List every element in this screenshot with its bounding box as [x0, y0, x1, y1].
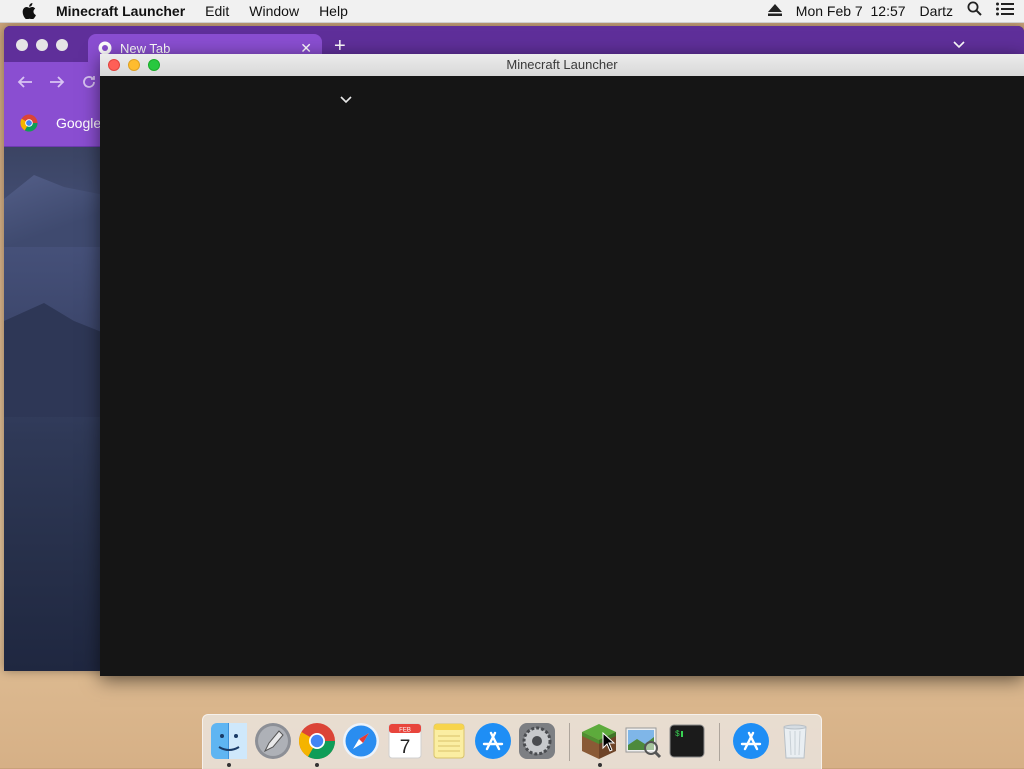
- chevron-down-icon[interactable]: [952, 38, 966, 52]
- chrome-minimize-button[interactable]: [36, 39, 48, 51]
- menu-bar: Minecraft Launcher Edit Window Help Mon …: [0, 0, 1024, 23]
- preview-icon[interactable]: [623, 721, 663, 761]
- dock-separator: [719, 723, 720, 761]
- menu-edit[interactable]: Edit: [195, 0, 239, 22]
- menu-window[interactable]: Window: [239, 0, 309, 22]
- finder-icon[interactable]: [209, 721, 249, 761]
- chrome-icon[interactable]: [297, 721, 337, 761]
- new-tab-button[interactable]: +: [334, 36, 346, 56]
- running-indicator: [315, 763, 319, 767]
- apple-icon[interactable]: [18, 0, 40, 22]
- app-store-icon[interactable]: [473, 721, 513, 761]
- menubar-clock[interactable]: Mon Feb 7 12:57: [796, 0, 906, 22]
- svg-text:$: $: [675, 730, 680, 739]
- window-title: Minecraft Launcher: [506, 57, 618, 72]
- forward-icon[interactable]: [48, 73, 66, 91]
- mountain-ridge: [4, 303, 104, 417]
- menu-app-name[interactable]: Minecraft Launcher: [54, 0, 195, 22]
- bookmark-google[interactable]: Google: [20, 114, 101, 132]
- reload-icon[interactable]: [80, 73, 98, 91]
- bookmark-label: Google: [56, 115, 102, 131]
- back-icon[interactable]: [16, 73, 34, 91]
- dock: FEB 7 $: [202, 714, 822, 769]
- calendar-icon[interactable]: FEB 7: [385, 721, 425, 761]
- mountain-ridge: [4, 175, 104, 247]
- chrome-maximize-button[interactable]: [56, 39, 68, 51]
- running-indicator: [598, 763, 602, 767]
- eject-icon[interactable]: [767, 0, 782, 22]
- notification-center-icon[interactable]: [996, 0, 1014, 22]
- mouse-cursor-icon: [602, 732, 616, 752]
- trash-icon[interactable]: [775, 721, 815, 761]
- dock-separator: [569, 723, 570, 761]
- safari-icon[interactable]: [341, 721, 381, 761]
- launchpad-icon[interactable]: [253, 721, 293, 761]
- calendar-day: 7: [400, 737, 411, 758]
- system-preferences-icon[interactable]: [517, 721, 557, 761]
- downloads-icon[interactable]: [731, 721, 771, 761]
- calendar-month: FEB: [399, 728, 411, 734]
- terminal-icon[interactable]: $: [667, 721, 707, 761]
- chrome-close-button[interactable]: [16, 39, 28, 51]
- spotlight-icon[interactable]: [967, 0, 982, 22]
- chrome-logo-icon: [20, 114, 38, 132]
- notes-icon[interactable]: [429, 721, 469, 761]
- chrome-icon: [98, 41, 112, 55]
- launcher-content: [100, 76, 1024, 676]
- window-titlebar[interactable]: Minecraft Launcher: [100, 54, 1024, 77]
- running-indicator: [227, 763, 231, 767]
- chevron-down-icon[interactable]: [338, 94, 354, 106]
- minecraft-launcher-window: Minecraft Launcher: [100, 54, 1024, 676]
- menu-help[interactable]: Help: [309, 0, 358, 22]
- menubar-user[interactable]: Dartz: [920, 0, 953, 22]
